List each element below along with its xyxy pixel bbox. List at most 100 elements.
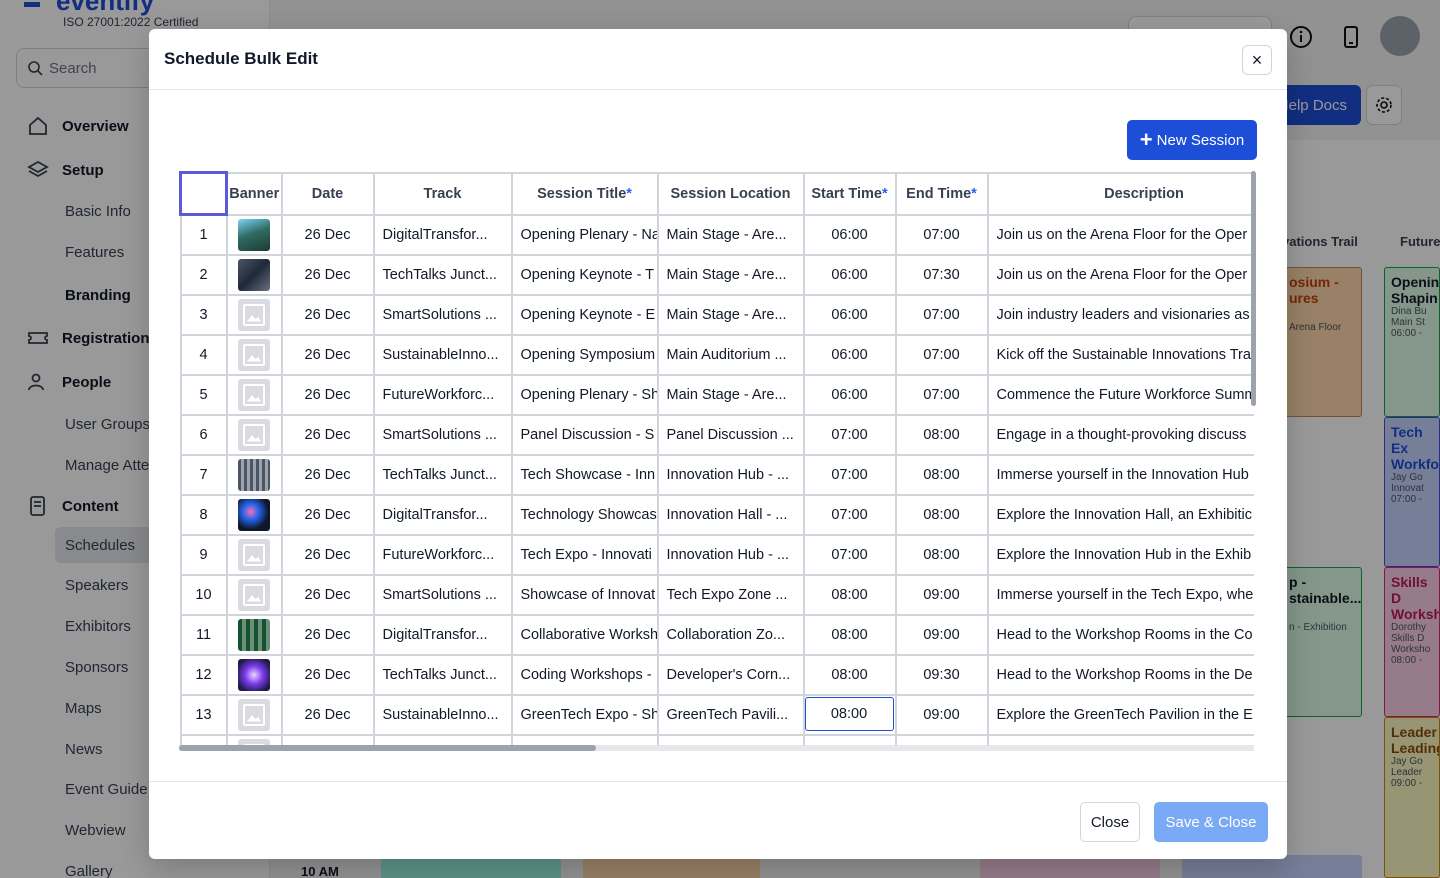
track-cell[interactable]: SustainableInno... [372, 693, 513, 736]
start-time-cell[interactable]: 06:00 [802, 213, 897, 256]
start-time-cell[interactable]: 07:00 [802, 413, 897, 456]
session-location-cell[interactable]: Innovation Hall - ... [656, 493, 805, 536]
session-location-cell[interactable]: Collaboration Zo... [656, 613, 805, 656]
start-time-cell[interactable]: 06:00 [802, 373, 897, 416]
new-session-button[interactable]: + New Session [1127, 120, 1257, 160]
description-cell[interactable]: Explore the GreenTech Pavilion in the E [986, 693, 1254, 736]
row-number[interactable]: 2 [179, 253, 228, 296]
end-time-cell[interactable]: 09:30 [894, 653, 989, 696]
table-row[interactable]: 1 26 Dec DigitalTransfor... Opening Plenary… [179, 213, 1254, 256]
session-title-cell[interactable]: Coding Workshops - [510, 653, 659, 696]
banner-cell[interactable] [225, 373, 283, 416]
banner-cell[interactable] [225, 253, 283, 296]
table-row[interactable]: 11 26 Dec DigitalTransfor... Collaborative … [179, 613, 1254, 656]
description-cell[interactable]: Join us on the Arena Floor for the Oper [986, 253, 1254, 296]
track-cell[interactable]: TechTalks Junct... [372, 653, 513, 696]
start-time-cell[interactable]: 07:00 [802, 493, 897, 536]
description-cell[interactable]: Head to the Workshop Rooms in the Co [986, 613, 1254, 656]
column-header[interactable]: End Time* [894, 171, 989, 216]
start-time-cell[interactable]: 08:00 [802, 653, 897, 696]
row-number[interactable]: 9 [179, 533, 228, 576]
row-number[interactable]: 4 [179, 333, 228, 376]
date-cell[interactable]: 26 Dec [280, 373, 375, 416]
row-number[interactable]: 6 [179, 413, 228, 456]
description-cell[interactable]: Immerse yourself in the Innovation Hub [986, 453, 1254, 496]
session-location-cell[interactable]: Main Stage - Are... [656, 373, 805, 416]
table-row[interactable]: 2 26 Dec TechTalks Junct... Opening Keynote… [179, 253, 1254, 296]
description-cell[interactable]: Explore the Innovation Hall, an Exhibiti… [986, 493, 1254, 536]
table-row[interactable]: 3 26 Dec SmartSolutions ... Opening Keynote… [179, 293, 1254, 336]
schedule-grid[interactable]: Banner Date Track Session Title* Session Loc… [179, 171, 1254, 751]
column-header[interactable]: Session Location [656, 171, 805, 216]
column-header[interactable]: Banner [225, 171, 283, 216]
date-cell[interactable]: 26 Dec [280, 293, 375, 336]
start-time-cell[interactable]: 06:00 [802, 253, 897, 296]
track-cell[interactable]: DigitalTransfor... [372, 213, 513, 256]
row-number[interactable]: 1 [179, 213, 228, 256]
track-cell[interactable]: SmartSolutions ... [372, 293, 513, 336]
description-cell[interactable]: Engage in a thought-provoking discuss [986, 413, 1254, 456]
session-location-cell[interactable]: Innovation Hub - ... [656, 453, 805, 496]
session-location-cell[interactable]: Developer's Corn... [656, 653, 805, 696]
end-time-cell[interactable]: 07:00 [894, 333, 989, 376]
row-number[interactable]: 13 [179, 693, 228, 736]
column-header[interactable]: Start Time* [802, 171, 897, 216]
row-number[interactable]: 11 [179, 613, 228, 656]
date-cell[interactable]: 26 Dec [280, 693, 375, 736]
end-time-cell[interactable]: 07:00 [894, 293, 989, 336]
banner-cell[interactable] [225, 613, 283, 656]
start-time-cell[interactable]: 08:00 [802, 693, 897, 736]
table-row[interactable]: 5 26 Dec FutureWorkforc... Opening Plenary … [179, 373, 1254, 416]
track-cell[interactable]: FutureWorkforc... [372, 533, 513, 576]
start-time-cell[interactable]: 07:00 [802, 533, 897, 576]
banner-cell[interactable] [225, 293, 283, 336]
date-cell[interactable]: 26 Dec [280, 573, 375, 616]
selected-cell-editor[interactable]: 08:00 [805, 696, 894, 731]
column-header[interactable]: Description [986, 171, 1254, 216]
session-title-cell[interactable]: GreenTech Expo - Sh [510, 693, 659, 736]
start-time-cell[interactable]: 07:00 [802, 453, 897, 496]
start-time-cell[interactable]: 08:00 [802, 613, 897, 656]
row-number[interactable]: 8 [179, 493, 228, 536]
banner-cell[interactable] [225, 413, 283, 456]
session-location-cell[interactable]: Main Stage - Are... [656, 213, 805, 256]
session-title-cell[interactable]: Opening Keynote - T [510, 253, 659, 296]
track-cell[interactable]: TechTalks Junct... [372, 453, 513, 496]
horizontal-scrollbar[interactable] [179, 745, 1254, 751]
date-cell[interactable]: 26 Dec [280, 493, 375, 536]
session-title-cell[interactable]: Tech Expo - Innovati [510, 533, 659, 576]
date-cell[interactable]: 26 Dec [280, 253, 375, 296]
vertical-scrollbar[interactable] [1251, 171, 1256, 751]
banner-cell[interactable] [225, 653, 283, 696]
description-cell[interactable]: Commence the Future Workforce Summ [986, 373, 1254, 416]
grid-corner-cell[interactable] [179, 171, 228, 216]
table-row[interactable]: 7 26 Dec TechTalks Junct... Tech Showcase -… [179, 453, 1254, 496]
table-row[interactable]: 12 26 Dec TechTalks Junct... Coding Worksho… [179, 653, 1254, 696]
table-row[interactable]: 13 26 Dec SustainableInno... GreenTech Expo… [179, 693, 1254, 736]
track-cell[interactable]: DigitalTransfor... [372, 493, 513, 536]
banner-cell[interactable] [225, 533, 283, 576]
start-time-cell[interactable]: 06:00 [802, 333, 897, 376]
column-header[interactable]: Date [280, 171, 375, 216]
column-header[interactable]: Session Title* [510, 171, 659, 216]
row-number[interactable]: 5 [179, 373, 228, 416]
description-cell[interactable]: Kick off the Sustainable Innovations Tra [986, 333, 1254, 376]
session-location-cell[interactable]: Main Stage - Are... [656, 253, 805, 296]
banner-cell[interactable] [225, 573, 283, 616]
end-time-cell[interactable]: 07:30 [894, 253, 989, 296]
table-row[interactable]: 10 26 Dec SmartSolutions ... Showcase of In… [179, 573, 1254, 616]
session-location-cell[interactable]: Main Auditorium ... [656, 333, 805, 376]
track-cell[interactable]: SustainableInno... [372, 333, 513, 376]
table-row[interactable]: 9 26 Dec FutureWorkforc... Tech Expo - Inno… [179, 533, 1254, 576]
track-cell[interactable]: SmartSolutions ... [372, 573, 513, 616]
session-title-cell[interactable]: Opening Plenary - Sh [510, 373, 659, 416]
banner-cell[interactable] [225, 213, 283, 256]
date-cell[interactable]: 26 Dec [280, 213, 375, 256]
scrollbar-thumb[interactable] [179, 745, 596, 751]
date-cell[interactable]: 26 Dec [280, 333, 375, 376]
banner-cell[interactable] [225, 453, 283, 496]
banner-cell[interactable] [225, 693, 283, 736]
save-and-close-button[interactable]: Save & Close [1154, 802, 1268, 842]
date-cell[interactable]: 26 Dec [280, 653, 375, 696]
session-title-cell[interactable]: Panel Discussion - S [510, 413, 659, 456]
